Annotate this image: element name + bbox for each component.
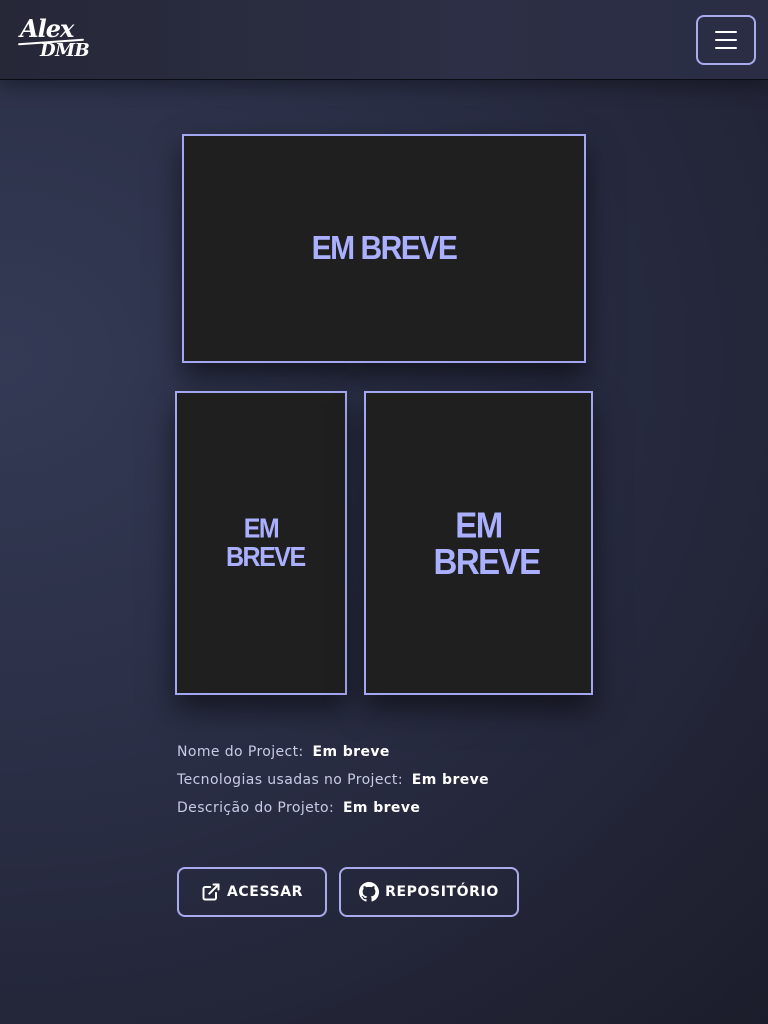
project-name-row: Nome do Project: Em breve	[177, 743, 489, 771]
top-header: Alex DMB	[0, 0, 768, 80]
project-tech-value: Em breve	[411, 772, 490, 788]
project-image-secondary: EM BREVE	[175, 391, 347, 695]
repository-button-label: REPOSITÓRIO	[385, 884, 499, 900]
hamburger-icon	[715, 31, 737, 33]
project-description-value: Em breve	[342, 800, 421, 816]
github-icon	[359, 882, 380, 902]
access-button-label: ACESSAR	[226, 884, 304, 900]
project-description-label: Descrição do Projeto:	[177, 800, 335, 816]
repository-button[interactable]: REPOSITÓRIO	[339, 867, 519, 917]
coming-soon-text: EM BREVE	[433, 504, 542, 582]
hamburger-icon-bar	[715, 47, 737, 49]
project-name-value: Em breve	[312, 744, 390, 760]
menu-toggle-button[interactable]	[696, 15, 756, 65]
external-link-icon	[202, 883, 220, 901]
project-image-tertiary: EM BREVE	[364, 391, 593, 695]
access-button[interactable]: ACESSAR	[177, 867, 327, 917]
logo-line-1: Alex	[20, 14, 74, 43]
project-tech-label: Tecnologias usadas no Project:	[177, 772, 403, 788]
coming-soon-text: EM BREVE	[311, 229, 458, 267]
project-description-row: Descrição do Projeto: Em breve	[177, 799, 489, 827]
hamburger-icon-bar	[715, 39, 737, 41]
project-name-label: Nome do Project:	[177, 744, 304, 760]
logo-line-2: DMB	[40, 40, 90, 61]
project-tech-row: Tecnologias usadas no Project: Em breve	[177, 771, 489, 799]
project-info: Nome do Project: Em breve Tecnologias us…	[177, 743, 489, 827]
project-image-main: EM BREVE	[182, 134, 586, 363]
coming-soon-text: EM BREVE	[226, 513, 306, 573]
logo[interactable]: Alex DMB	[18, 14, 92, 66]
